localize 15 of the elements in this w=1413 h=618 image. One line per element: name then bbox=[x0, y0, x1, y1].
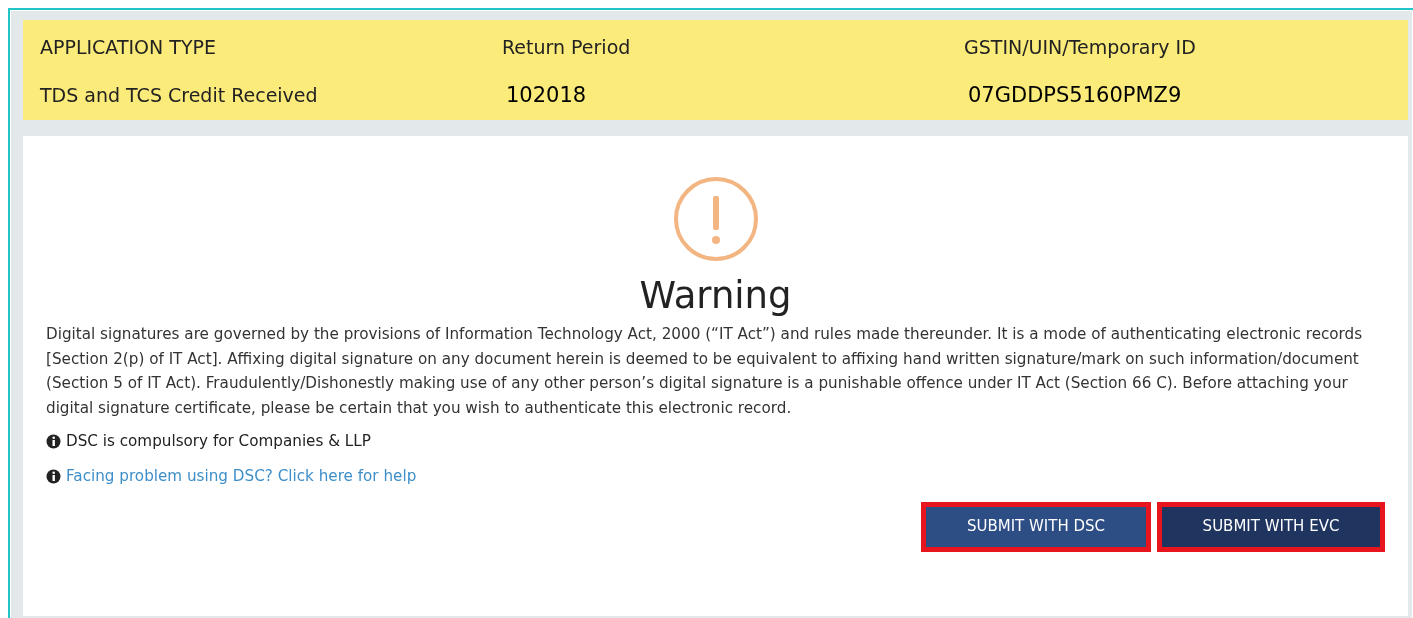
column-label: GSTIN/UIN/Temporary ID bbox=[964, 35, 1197, 60]
submit-button[interactable]: SUBMIT WITH EVC bbox=[1157, 501, 1385, 552]
info-icon bbox=[46, 433, 61, 449]
help-link[interactable]: Facing problem using DSC? Click here for help bbox=[66, 464, 417, 488]
column-label: APPLICATION TYPE bbox=[40, 35, 217, 60]
info-icon bbox=[46, 468, 61, 484]
warning-text: Digital signatures are governed by the provisions of Information Technology Act, 2000 (“IT Act”) and rules made thereunder. It is a mode of authenticating electronic records [Section 2(p) of IT Act]. Affixing digital signature on any document herein is deemed to be equivalent to affixing hand written signature/mark on such information/document (Section 5 of IT Act). Fraudulently/Dishonestly making use of any other person’s digital signature is a punishable offence under IT Act (Section 66 C). Before attaching your digital signature certificate, please be certain that you wish to authenticate this electronic record. bbox=[46, 324, 1364, 419]
note-text: DSC is compulsory for Companies & LLP bbox=[66, 431, 371, 452]
warning-title: Warning bbox=[638, 273, 793, 319]
warning-icon bbox=[672, 176, 759, 262]
column-value: TDS and TCS Credit Received bbox=[40, 83, 319, 108]
column-label: Return Period bbox=[502, 35, 632, 60]
column-value: 07GDDPS5160PMZ9 bbox=[967, 81, 1183, 109]
column-value: 102018 bbox=[505, 81, 588, 109]
submit-button[interactable]: SUBMIT WITH DSC bbox=[921, 501, 1151, 552]
